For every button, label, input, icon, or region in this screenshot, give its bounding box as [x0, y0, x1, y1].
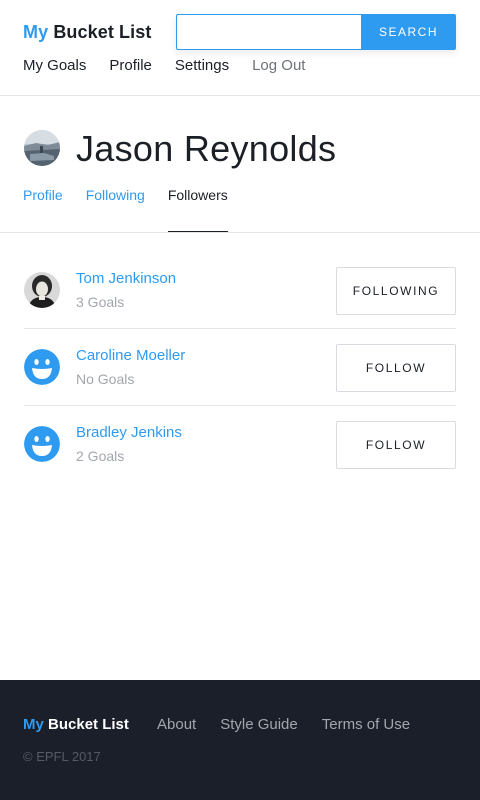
- tab-following[interactable]: Following: [86, 187, 145, 203]
- list-item: Tom Jenkinson 3 Goals FOLLOWING: [24, 252, 456, 329]
- nav-my-goals[interactable]: My Goals: [23, 57, 86, 74]
- footer-links: About Style Guide Terms of Use: [157, 716, 434, 733]
- copyright-text: © EPFL 2017: [23, 749, 101, 764]
- main-nav: My Goals Profile Settings Log Out: [23, 57, 328, 74]
- footer-logo[interactable]: My Bucket List: [23, 716, 129, 733]
- footer-link-style-guide[interactable]: Style Guide: [220, 716, 298, 733]
- user-goal-count: 2 Goals: [76, 448, 125, 464]
- search-input[interactable]: [176, 14, 361, 50]
- nav-profile[interactable]: Profile: [109, 57, 152, 74]
- smiley-avatar-icon[interactable]: [24, 349, 60, 385]
- footer-link-about[interactable]: About: [157, 716, 196, 733]
- tab-followers[interactable]: Followers: [167, 187, 228, 232]
- nav-settings[interactable]: Settings: [175, 57, 229, 74]
- user-avatar[interactable]: [24, 272, 60, 308]
- list-item: Bradley Jenkins 2 Goals FOLLOW: [24, 406, 456, 483]
- profile-header: Jason Reynolds Profile Following Followe…: [0, 96, 480, 233]
- footer-logo-main: Bucket List: [48, 716, 129, 733]
- search-bar: SEARCH: [176, 14, 456, 50]
- user-goal-count: 3 Goals: [76, 294, 125, 310]
- logo-prefix: My: [23, 22, 49, 42]
- followers-list: Tom Jenkinson 3 Goals FOLLOWING Caroline…: [24, 252, 456, 483]
- search-button[interactable]: SEARCH: [361, 14, 456, 50]
- logo-main: Bucket List: [53, 22, 152, 42]
- nav-log-out[interactable]: Log Out: [252, 57, 305, 74]
- list-item: Caroline Moeller No Goals FOLLOW: [24, 329, 456, 406]
- site-footer: My Bucket List About Style Guide Terms o…: [0, 680, 480, 800]
- user-name-link[interactable]: Caroline Moeller: [76, 347, 185, 364]
- user-name-link[interactable]: Bradley Jenkins: [76, 424, 182, 441]
- user-goal-count: No Goals: [76, 371, 135, 387]
- site-header: My Bucket List SEARCH My Goals Profile S…: [0, 0, 480, 96]
- profile-name: Jason Reynolds: [76, 128, 337, 169]
- site-logo[interactable]: My Bucket List: [23, 22, 151, 43]
- follow-button[interactable]: FOLLOW: [336, 421, 456, 469]
- follow-button[interactable]: FOLLOW: [336, 344, 456, 392]
- footer-link-terms[interactable]: Terms of Use: [322, 716, 410, 733]
- smiley-avatar-icon[interactable]: [24, 426, 60, 462]
- tab-profile[interactable]: Profile: [23, 187, 63, 203]
- user-name-link[interactable]: Tom Jenkinson: [76, 270, 176, 287]
- footer-logo-prefix: My: [23, 716, 44, 733]
- profile-tabs: Profile Following Followers: [23, 187, 251, 232]
- following-button[interactable]: FOLLOWING: [336, 267, 456, 315]
- profile-avatar: [24, 130, 60, 166]
